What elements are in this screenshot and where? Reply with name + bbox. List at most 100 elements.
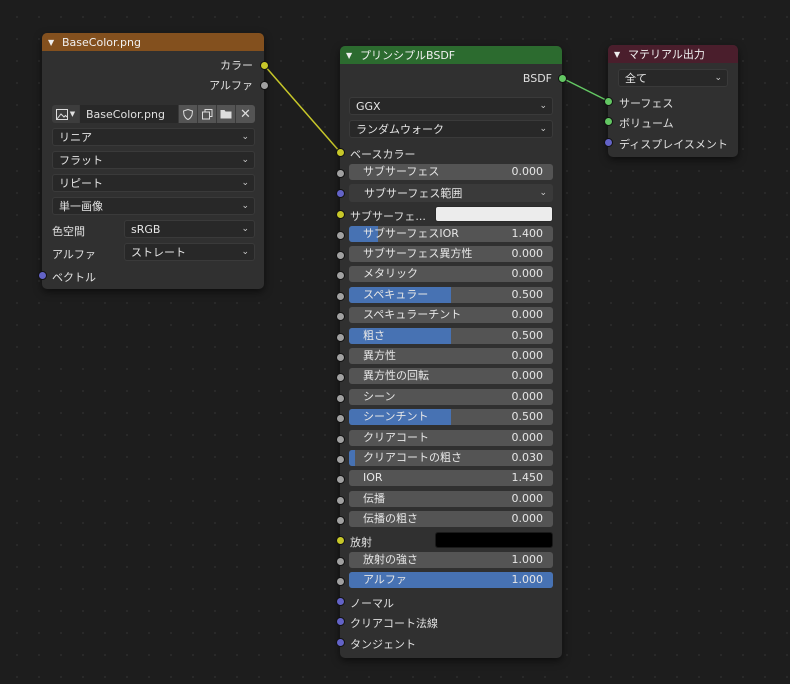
slider-label: IOR bbox=[363, 471, 383, 484]
input-vector-socket[interactable] bbox=[38, 271, 47, 280]
input-emission-socket[interactable] bbox=[336, 536, 345, 545]
input-field-socket[interactable] bbox=[336, 496, 345, 505]
slider-label: サブサーフェスIOR bbox=[363, 227, 459, 240]
distribution-dropdown[interactable]: GGX ⌄ bbox=[349, 97, 553, 115]
image-name-field[interactable]: BaseColor.png bbox=[80, 105, 179, 123]
input-field-socket[interactable] bbox=[336, 557, 345, 566]
bsdf-value-slider[interactable]: IOR 1.450 bbox=[349, 470, 553, 486]
input-normal-label: ノーマル bbox=[350, 597, 394, 610]
slider-value: 0.000 bbox=[511, 492, 544, 505]
bsdf-value-slider[interactable]: クリアコートの粗さ 0.030 bbox=[349, 450, 553, 466]
output-color-socket[interactable] bbox=[260, 61, 269, 70]
subsurface-radius-dropdown[interactable]: サブサーフェス範囲 ⌄ bbox=[349, 184, 553, 202]
image-icon bbox=[55, 108, 68, 120]
input-field-socket[interactable] bbox=[336, 271, 345, 280]
slider-value: 1.400 bbox=[511, 227, 544, 240]
bsdf-value-slider[interactable]: スペキュラーチント 0.000 bbox=[349, 307, 553, 323]
input-field-socket[interactable] bbox=[336, 414, 345, 423]
bsdf-value-slider[interactable]: メタリック 0.000 bbox=[349, 266, 553, 282]
projection-dropdown[interactable]: フラット ⌄ bbox=[52, 151, 255, 169]
input-field-socket[interactable] bbox=[336, 312, 345, 321]
bsdf-value-slider[interactable]: 粗さ 0.500 bbox=[349, 328, 553, 344]
input-field-socket[interactable] bbox=[336, 353, 345, 362]
colorspace-dropdown[interactable]: sRGB ⌄ bbox=[124, 220, 255, 238]
input-field-socket[interactable] bbox=[336, 394, 345, 403]
slider-value: 0.000 bbox=[511, 308, 544, 321]
input-normal-socket[interactable] bbox=[336, 597, 345, 606]
collapse-chevron-icon[interactable]: ▼ bbox=[48, 38, 58, 47]
image-browse-button[interactable]: ▼ bbox=[52, 105, 80, 123]
bsdf-value-slider[interactable]: 異方性の回転 0.000 bbox=[349, 368, 553, 384]
subsurface-radius-label: サブサーフェス範囲 bbox=[364, 187, 463, 200]
input-clearcoat-normal-label: クリアコート法線 bbox=[350, 617, 438, 630]
bsdf-value-slider[interactable]: サブサーフェス異方性 0.000 bbox=[349, 246, 553, 262]
input-displacement-socket[interactable] bbox=[604, 138, 613, 147]
open-image-button[interactable] bbox=[217, 105, 236, 123]
input-tangent-socket[interactable] bbox=[336, 638, 345, 647]
input-surface-socket[interactable] bbox=[604, 97, 613, 106]
bsdf-value-slider[interactable]: シーン 0.000 bbox=[349, 389, 553, 405]
emission-color-swatch[interactable] bbox=[435, 532, 553, 548]
bsdf-value-slider[interactable]: クリアコート 0.000 bbox=[349, 430, 553, 446]
collapse-chevron-icon[interactable]: ▼ bbox=[346, 51, 356, 60]
subsurface-method-dropdown[interactable]: ランダムウォーク ⌄ bbox=[349, 120, 553, 138]
output-bsdf-socket[interactable] bbox=[558, 74, 567, 83]
input-subsurface-color-socket[interactable] bbox=[336, 210, 345, 219]
input-field-socket[interactable] bbox=[336, 455, 345, 464]
bsdf-value-slider[interactable]: 伝播の粗さ 0.000 bbox=[349, 511, 553, 527]
input-field-socket[interactable] bbox=[336, 435, 345, 444]
duplicate-image-button[interactable] bbox=[198, 105, 217, 123]
extension-dropdown[interactable]: リピート ⌄ bbox=[52, 174, 255, 192]
slider-value: 1.450 bbox=[511, 471, 544, 484]
bsdf-value-slider[interactable]: シーンチント 0.500 bbox=[349, 409, 553, 425]
input-field-socket[interactable] bbox=[336, 231, 345, 240]
unlink-image-button[interactable]: ✕ bbox=[236, 105, 255, 123]
input-field-socket[interactable] bbox=[336, 251, 345, 260]
link-bsdf-to-surface bbox=[561, 77, 609, 102]
bsdf-value-slider[interactable]: サブサーフェスIOR 1.400 bbox=[349, 226, 553, 242]
image-node-header[interactable]: ▼ BaseColor.png bbox=[42, 33, 264, 51]
output-node-header[interactable]: ▼ マテリアル出力 bbox=[608, 45, 738, 63]
bsdf-value-slider[interactable]: アルファ 1.000 bbox=[349, 572, 553, 588]
input-basecolor-socket[interactable] bbox=[336, 148, 345, 157]
bsdf-value-slider[interactable]: サブサーフェス 0.000 bbox=[349, 164, 553, 180]
material-output-node[interactable]: ▼ マテリアル出力 全て ⌄ サーフェス ボリューム ディスプレイスメント bbox=[604, 45, 738, 157]
slider-fill bbox=[349, 450, 356, 466]
slider-value: 0.500 bbox=[511, 288, 544, 301]
render-target-dropdown[interactable]: 全て ⌄ bbox=[618, 69, 728, 87]
fake-user-button[interactable] bbox=[179, 105, 198, 123]
slider-label: スペキュラー bbox=[363, 288, 429, 301]
subsurface-color-swatch[interactable] bbox=[435, 206, 553, 222]
chevron-down-icon: ⌄ bbox=[241, 247, 249, 257]
bsdf-node-header[interactable]: ▼ プリンシプルBSDF bbox=[340, 46, 562, 64]
input-clearcoat-normal-socket[interactable] bbox=[336, 617, 345, 626]
output-alpha-socket[interactable] bbox=[260, 81, 269, 90]
chevron-down-icon: ⌄ bbox=[714, 73, 722, 83]
slider-value: 1.000 bbox=[511, 573, 544, 586]
input-field-socket[interactable] bbox=[336, 169, 345, 178]
input-field-socket[interactable] bbox=[336, 516, 345, 525]
input-field-socket[interactable] bbox=[336, 333, 345, 342]
input-subsurface-radius-socket[interactable] bbox=[336, 189, 345, 198]
input-volume-socket[interactable] bbox=[604, 117, 613, 126]
alpha-mode-dropdown[interactable]: ストレート ⌄ bbox=[124, 243, 255, 261]
bsdf-value-slider[interactable]: 異方性 0.000 bbox=[349, 348, 553, 364]
bsdf-value-slider[interactable]: 放射の強さ 1.000 bbox=[349, 552, 553, 568]
principled-bsdf-node[interactable]: ▼ プリンシプルBSDF BSDF GGX ⌄ ランダムウォーク ⌄ ベースカラー … bbox=[336, 46, 567, 658]
slider-value: 0.500 bbox=[511, 410, 544, 423]
chevron-down-icon: ⌄ bbox=[241, 224, 249, 234]
input-field-socket[interactable] bbox=[336, 292, 345, 301]
source-dropdown[interactable]: 単一画像 ⌄ bbox=[52, 197, 255, 215]
input-field-socket[interactable] bbox=[336, 373, 345, 382]
collapse-chevron-icon[interactable]: ▼ bbox=[614, 50, 624, 59]
slider-label: 放射の強さ bbox=[363, 553, 418, 566]
bsdf-value-slider[interactable]: 伝播 0.000 bbox=[349, 491, 553, 507]
interpolation-dropdown[interactable]: リニア ⌄ bbox=[52, 128, 255, 146]
input-field-socket[interactable] bbox=[336, 475, 345, 484]
input-tangent-label: タンジェント bbox=[350, 638, 416, 651]
image-texture-node[interactable]: ▼ BaseColor.png カラー アルファ ▼ BaseColor.png… bbox=[38, 33, 269, 289]
output-bsdf-label: BSDF bbox=[522, 72, 552, 85]
input-field-socket[interactable] bbox=[336, 577, 345, 586]
slider-value: 0.000 bbox=[511, 431, 544, 444]
bsdf-value-slider[interactable]: スペキュラー 0.500 bbox=[349, 287, 553, 303]
